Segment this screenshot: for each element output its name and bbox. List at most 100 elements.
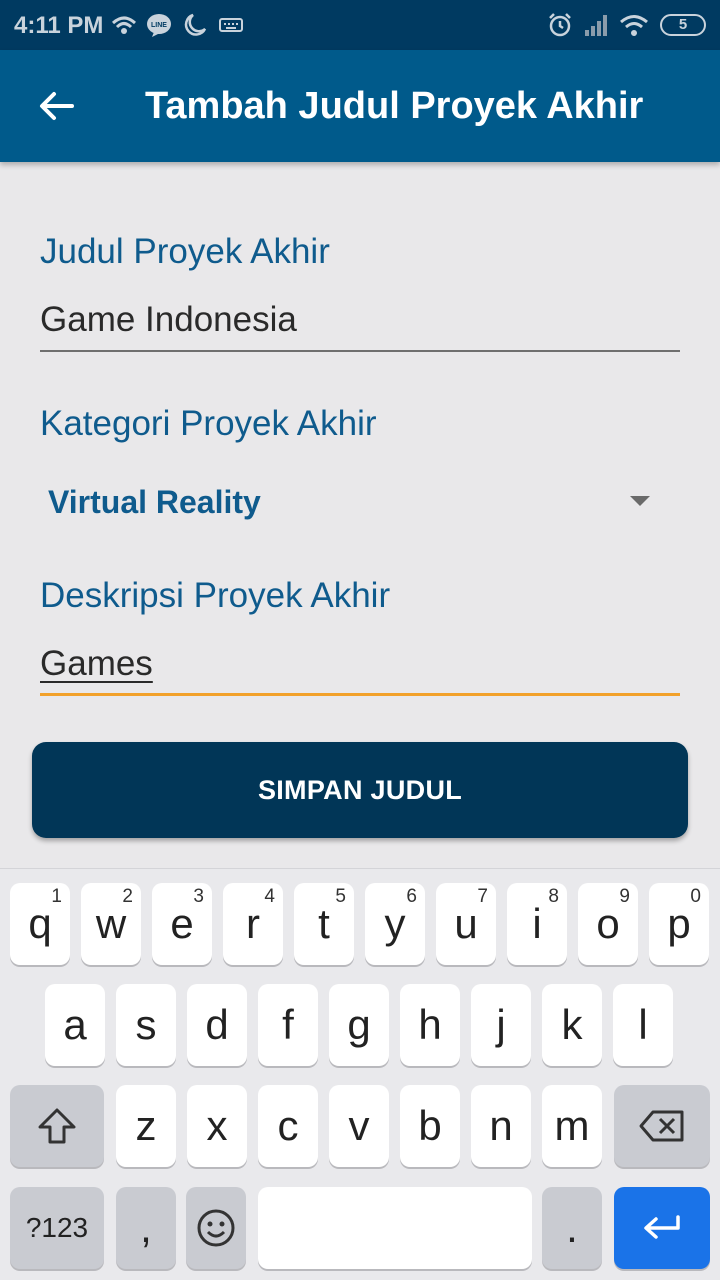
key-hint: 5 — [335, 886, 346, 907]
status-time: 4:11 PM — [14, 12, 104, 39]
comma-key[interactable]: , — [116, 1187, 176, 1269]
key-y[interactable]: y6 — [365, 883, 425, 965]
category-label: Kategori Proyek Akhir — [40, 404, 377, 443]
app-bar: Tambah Judul Proyek Akhir — [0, 50, 720, 162]
backspace-key[interactable] — [614, 1085, 710, 1167]
shift-icon — [38, 1108, 76, 1144]
key-hint: 6 — [406, 886, 417, 907]
key-label: v — [348, 1102, 370, 1149]
description-input-value: Games — [40, 644, 153, 683]
key-l[interactable]: l — [613, 984, 673, 1066]
title-input-value: Game Indonesia — [40, 300, 297, 339]
key-label: u — [454, 900, 478, 947]
key-z[interactable]: z — [116, 1085, 176, 1167]
key-hint: 1 — [51, 886, 62, 907]
key-hint: 7 — [477, 886, 488, 907]
key-label: o — [596, 900, 620, 947]
key-label: i — [532, 900, 542, 947]
category-dropdown[interactable]: Virtual Reality — [40, 474, 680, 532]
key-label: h — [418, 1001, 442, 1048]
status-bar: 4:11 PM LINE 5 — [0, 0, 720, 50]
symbols-key[interactable]: ?123 — [10, 1187, 104, 1269]
enter-icon — [644, 1215, 680, 1239]
key-t[interactable]: t5 — [294, 883, 354, 965]
key-label: a — [63, 1001, 87, 1048]
key-label: s — [135, 1001, 157, 1048]
key-h[interactable]: h — [400, 984, 460, 1066]
key-label: e — [170, 900, 194, 947]
key-w[interactable]: w2 — [81, 883, 141, 965]
key-label: y — [384, 900, 406, 947]
key-x[interactable]: x — [187, 1085, 247, 1167]
key-e[interactable]: e3 — [152, 883, 212, 965]
back-button[interactable] — [30, 84, 82, 128]
title-label: Judul Proyek Akhir — [40, 232, 330, 271]
key-label: j — [496, 1001, 506, 1048]
key-r[interactable]: r4 — [223, 883, 283, 965]
title-input[interactable]: Game Indonesia — [40, 292, 680, 352]
key-c[interactable]: c — [258, 1085, 318, 1167]
key-label: k — [561, 1001, 583, 1048]
battery-icon: 5 — [660, 14, 706, 36]
key-hint: 3 — [193, 886, 204, 907]
key-label: g — [347, 1001, 371, 1048]
key-label: n — [489, 1102, 513, 1149]
save-title-button[interactable]: SIMPAN JUDUL — [32, 742, 688, 838]
key-label: r — [246, 900, 260, 947]
hotspot-icon — [110, 12, 138, 38]
key-i[interactable]: i8 — [507, 883, 567, 965]
key-p[interactable]: p0 — [649, 883, 709, 965]
keyboard-icon — [218, 12, 244, 38]
emoji-key[interactable] — [186, 1187, 246, 1269]
space-key[interactable] — [258, 1187, 532, 1269]
enter-key[interactable] — [614, 1187, 710, 1269]
key-n[interactable]: n — [471, 1085, 531, 1167]
key-label: z — [135, 1102, 157, 1149]
key-label: b — [418, 1102, 442, 1149]
period-key[interactable]: . — [542, 1187, 602, 1269]
key-a[interactable]: a — [45, 984, 105, 1066]
key-label: f — [282, 1001, 294, 1048]
key-b[interactable]: b — [400, 1085, 460, 1167]
key-s[interactable]: s — [116, 984, 176, 1066]
description-label: Deskripsi Proyek Akhir — [40, 576, 391, 615]
key-label: m — [554, 1102, 590, 1149]
wifi-icon — [618, 12, 650, 38]
description-input[interactable]: Games — [40, 636, 680, 696]
key-g[interactable]: g — [329, 984, 389, 1066]
back-arrow-icon — [40, 92, 74, 120]
emoji-icon — [197, 1209, 235, 1247]
key-k[interactable]: k — [542, 984, 602, 1066]
key-label: p — [667, 900, 691, 947]
night-mode-icon — [182, 12, 208, 38]
key-hint: 9 — [619, 886, 630, 907]
line-icon: LINE — [146, 12, 172, 38]
key-j[interactable]: j — [471, 984, 531, 1066]
key-hint: 2 — [122, 886, 133, 907]
soft-keyboard: ?123 , . q1w2e3r4t5y6u7i8o9p0asdfghjklzx… — [0, 868, 720, 1280]
key-d[interactable]: d — [187, 984, 247, 1066]
key-hint: 8 — [548, 886, 559, 907]
alarm-icon — [546, 12, 574, 38]
key-m[interactable]: m — [542, 1085, 602, 1167]
key-u[interactable]: u7 — [436, 883, 496, 965]
key-label: x — [206, 1102, 228, 1149]
key-hint: 0 — [690, 886, 701, 907]
key-hint: 4 — [264, 886, 275, 907]
svg-text:LINE: LINE — [151, 22, 167, 29]
key-label: l — [638, 1001, 648, 1048]
key-f[interactable]: f — [258, 984, 318, 1066]
signal-icon — [582, 12, 610, 38]
key-q[interactable]: q1 — [10, 883, 70, 965]
key-label: d — [205, 1001, 229, 1048]
key-v[interactable]: v — [329, 1085, 389, 1167]
key-label: t — [318, 900, 330, 947]
page-title: Tambah Judul Proyek Akhir — [145, 85, 644, 127]
category-selected-value: Virtual Reality — [48, 484, 261, 520]
dropdown-caret-icon — [630, 496, 650, 506]
backspace-icon — [639, 1110, 684, 1142]
shift-key[interactable] — [10, 1085, 104, 1167]
key-o[interactable]: o9 — [578, 883, 638, 965]
key-label: q — [28, 900, 52, 947]
key-label: c — [277, 1102, 299, 1149]
